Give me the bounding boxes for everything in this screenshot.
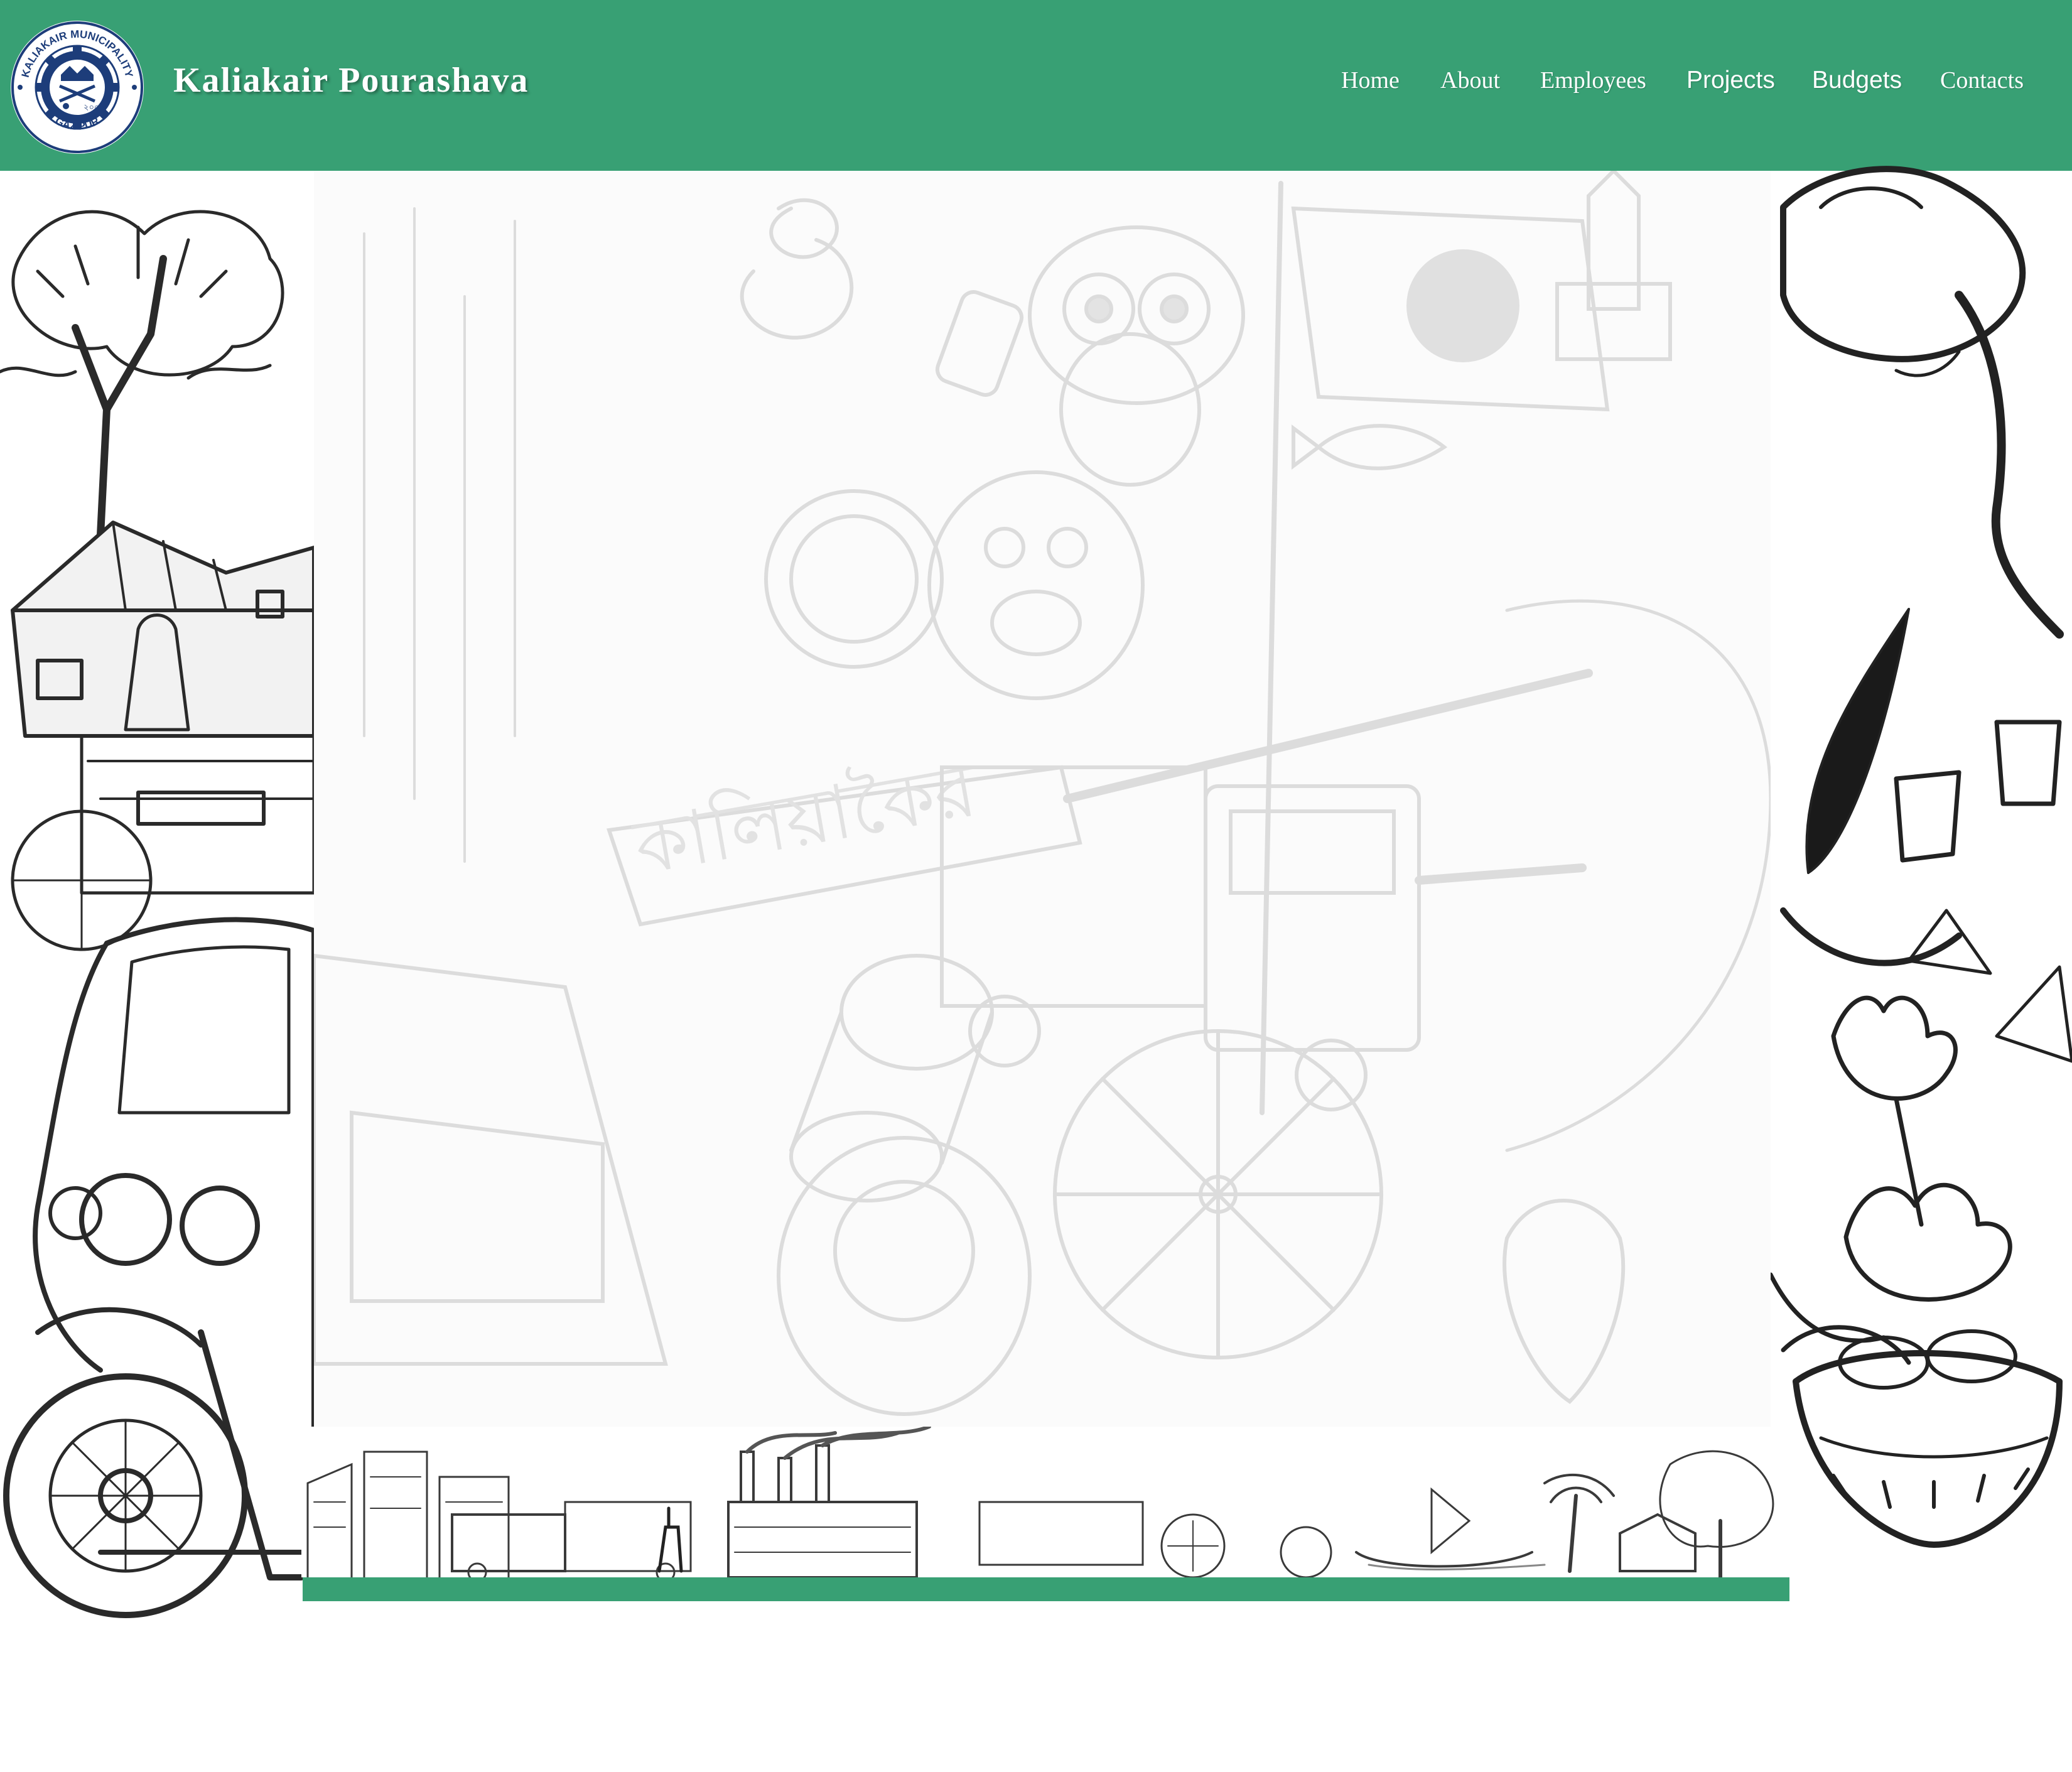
svg-text:২০০: ২০০ [84, 102, 99, 112]
nav-about[interactable]: About [1440, 67, 1500, 94]
sweets-bowl-sketch [1793, 1329, 2063, 1548]
nav-employees[interactable]: Employees [1540, 67, 1646, 94]
rickshaw-sketch [978, 1501, 1332, 1579]
teapot-sketch [1780, 166, 2064, 639]
tree-sketch [0, 210, 284, 539]
nav-projects[interactable]: Projects [1686, 67, 1775, 94]
parrot-sketch [1503, 1199, 1626, 1404]
owl-sketch [1028, 225, 1245, 487]
right-sketch-column [1771, 166, 2072, 1548]
swirl-sketch [769, 198, 839, 259]
samosa-sketch [1907, 909, 2072, 1063]
nav-home[interactable]: Home [1341, 67, 1400, 94]
lotus-sketch [1771, 995, 2012, 1365]
house-sketch [11, 521, 314, 738]
wheel-sketch [1053, 1029, 1383, 1359]
drum-sketch [789, 954, 994, 1202]
spool-sketch [935, 290, 1024, 397]
municipality-logo[interactable]: KALIAKAIR MUNICIPALITY GAZIPUR [9, 19, 146, 156]
main-content-area: কালিয়াকৈর [312, 168, 1773, 1427]
plate-sketch [777, 1136, 1032, 1416]
tea-cup-sketch [1894, 720, 2062, 863]
site-header: KALIAKAIR MUNICIPALITY GAZIPUR [0, 0, 2072, 171]
village-sketch [1543, 1450, 1774, 1579]
tiger-sketch [927, 470, 1145, 700]
main-nav: Home About Employees Projects Budgets Co… [1319, 67, 2034, 104]
leaf-sketch [1805, 608, 1910, 874]
stick-sketch [1063, 669, 1593, 803]
truck-sketch [940, 765, 1421, 1111]
municipality-seal-icon: KALIAKAIR MUNICIPALITY GAZIPUR [11, 21, 144, 154]
faint-sketch-illustration: কালিয়াকৈর [312, 168, 1773, 1416]
autorickshaw-sketch [3, 917, 314, 1618]
site-title[interactable]: Kaliakair Pourashava [173, 60, 529, 100]
rickshaw-van-sketch [11, 734, 314, 951]
temple-sketch [1555, 168, 1672, 361]
fish-sketch [1292, 424, 1448, 470]
left-sketch-column [0, 210, 314, 1618]
nav-budgets[interactable]: Budgets [1812, 67, 1902, 94]
bottom-illustration-strip [301, 1425, 1789, 1582]
factory-sketch [727, 1425, 931, 1579]
footer-bar [303, 1577, 1789, 1601]
town-life-sketch [306, 1425, 1774, 1582]
boat-sketch [1355, 1487, 1546, 1570]
nav-contacts[interactable]: Contacts [1940, 67, 2024, 94]
